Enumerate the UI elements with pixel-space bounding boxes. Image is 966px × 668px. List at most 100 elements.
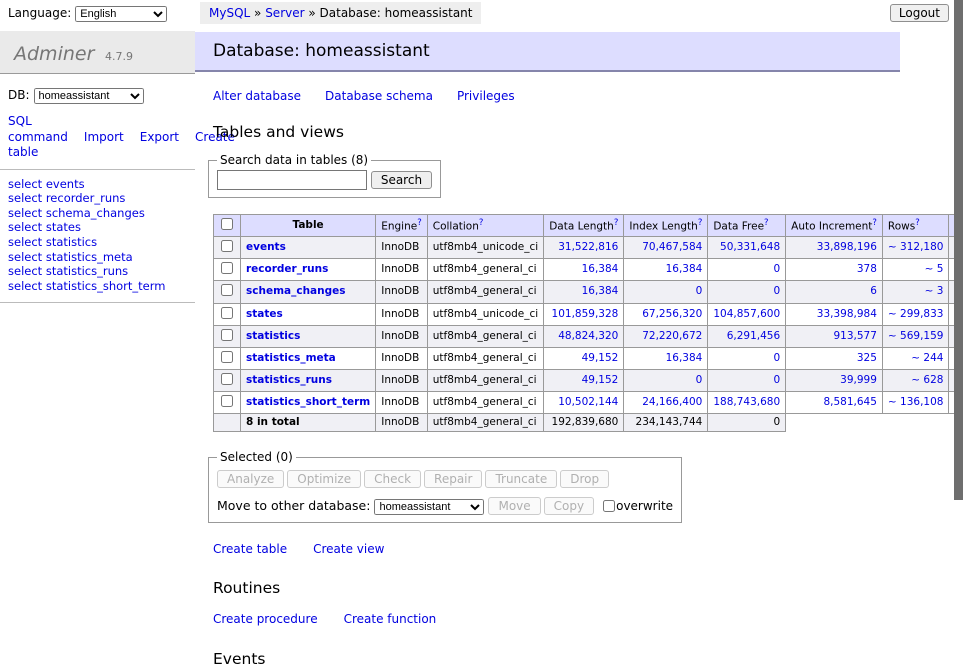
routine-create-link[interactable]: Create function	[344, 612, 437, 626]
rows-link[interactable]: ~ 244	[911, 352, 943, 364]
language-select[interactable]: English	[75, 6, 167, 22]
db-select[interactable]: homeassistant	[34, 88, 144, 104]
index-length-link[interactable]: 16,384	[666, 352, 703, 364]
analyze-button[interactable]: Analyze	[217, 470, 284, 488]
index-length-link[interactable]: 72,220,672	[642, 330, 702, 342]
select-all-checkbox[interactable]	[221, 218, 233, 230]
column-help-link[interactable]: ?	[614, 218, 619, 228]
vertical-scrollbar[interactable]	[954, 0, 966, 543]
table-name-link[interactable]: statistics_short_term	[246, 396, 370, 408]
data-free-link[interactable]: 188,743,680	[713, 396, 780, 408]
search-input[interactable]	[217, 170, 367, 190]
data-free-link[interactable]: 50,331,648	[720, 241, 780, 253]
table-name-link[interactable]: states	[246, 308, 283, 320]
index-length-link[interactable]: 0	[696, 285, 703, 297]
sidebar-select-link[interactable]: select events	[8, 178, 187, 192]
auto-increment-link[interactable]: 8,581,645	[823, 396, 876, 408]
drop-button[interactable]: Drop	[560, 470, 609, 488]
data-length-link[interactable]: 101,859,328	[552, 308, 619, 320]
sidebar-select-link[interactable]: select schema_changes	[8, 207, 187, 221]
data-length-link[interactable]: 16,384	[582, 263, 619, 275]
rows-link[interactable]: ~ 628	[911, 374, 943, 386]
data-free-link[interactable]: 0	[773, 374, 780, 386]
data-free-link[interactable]: 0	[773, 352, 780, 364]
repair-button[interactable]: Repair	[424, 470, 482, 488]
database-action-link[interactable]: Database schema	[325, 89, 433, 103]
sidebar-link[interactable]: SQL command	[8, 114, 68, 144]
data-free-link[interactable]: 6,291,456	[727, 330, 780, 342]
column-help-link[interactable]: ?	[915, 218, 920, 228]
data-free-link[interactable]: 104,857,600	[713, 308, 780, 320]
sidebar-select-link[interactable]: select statistics_runs	[8, 265, 187, 279]
row-checkbox[interactable]	[221, 351, 233, 363]
data-free-link[interactable]: 0	[773, 285, 780, 297]
auto-increment-link[interactable]: 33,398,984	[817, 308, 877, 320]
data-length-link[interactable]: 49,152	[582, 374, 619, 386]
rows-link[interactable]: ~ 312,180	[888, 241, 944, 253]
app-name-link[interactable]: Adminer	[14, 43, 94, 65]
auto-increment-link[interactable]: 325	[857, 352, 877, 364]
truncate-button[interactable]: Truncate	[485, 470, 557, 488]
rows-link[interactable]: ~ 299,833	[888, 308, 944, 320]
sidebar-link[interactable]: Import	[84, 130, 124, 144]
rows-link[interactable]: ~ 5	[925, 263, 944, 275]
index-length-link[interactable]: 0	[696, 374, 703, 386]
overwrite-checkbox[interactable]	[603, 500, 615, 512]
row-checkbox[interactable]	[221, 240, 233, 252]
data-length-link[interactable]: 48,824,320	[558, 330, 618, 342]
row-checkbox[interactable]	[221, 262, 233, 274]
table-name-link[interactable]: statistics_runs	[246, 374, 332, 386]
column-help-link[interactable]: ?	[698, 218, 703, 228]
copy-button[interactable]: Copy	[544, 497, 594, 515]
optimize-button[interactable]: Optimize	[287, 470, 361, 488]
auto-increment-link[interactable]: 913,577	[834, 330, 877, 342]
auto-increment-link[interactable]: 378	[857, 263, 877, 275]
index-length-link[interactable]: 16,384	[666, 263, 703, 275]
row-checkbox[interactable]	[221, 329, 233, 341]
logout-button[interactable]: Logout	[890, 4, 949, 22]
auto-increment-link[interactable]: 39,999	[840, 374, 877, 386]
table-name-link[interactable]: statistics	[246, 330, 300, 342]
database-action-link[interactable]: Alter database	[213, 89, 301, 103]
create-link[interactable]: Create view	[313, 542, 384, 556]
table-name-link[interactable]: statistics_meta	[246, 352, 336, 364]
routine-create-link[interactable]: Create procedure	[213, 612, 318, 626]
data-length-link[interactable]: 16,384	[582, 285, 619, 297]
search-button[interactable]: Search	[371, 171, 432, 189]
column-help-link[interactable]: ?	[872, 218, 877, 228]
breadcrumb-item[interactable]: Server	[265, 6, 304, 20]
row-checkbox[interactable]	[221, 373, 233, 385]
sidebar-link[interactable]: Export	[140, 130, 179, 144]
column-help-link[interactable]: ?	[479, 218, 484, 228]
data-length-link[interactable]: 49,152	[582, 352, 619, 364]
row-checkbox[interactable]	[221, 284, 233, 296]
check-button[interactable]: Check	[364, 470, 421, 488]
index-length-link[interactable]: 70,467,584	[642, 241, 702, 253]
index-length-link[interactable]: 24,166,400	[642, 396, 702, 408]
sidebar-select-link[interactable]: select states	[8, 221, 187, 235]
move-button[interactable]: Move	[488, 497, 540, 515]
scrollbar-thumb[interactable]	[954, 0, 963, 500]
auto-increment-link[interactable]: 33,898,196	[817, 241, 877, 253]
row-checkbox[interactable]	[221, 307, 233, 319]
database-action-link[interactable]: Privileges	[457, 89, 515, 103]
data-free-link[interactable]: 0	[773, 263, 780, 275]
rows-link[interactable]: ~ 136,108	[888, 396, 944, 408]
sidebar-select-link[interactable]: select statistics_short_term	[8, 280, 187, 294]
data-length-link[interactable]: 31,522,816	[558, 241, 618, 253]
auto-increment-link[interactable]: 6	[870, 285, 877, 297]
create-link[interactable]: Create table	[213, 542, 287, 556]
table-name-link[interactable]: schema_changes	[246, 285, 346, 297]
rows-link[interactable]: ~ 569,159	[888, 330, 944, 342]
row-checkbox[interactable]	[221, 395, 233, 407]
breadcrumb-item[interactable]: MySQL	[209, 6, 250, 20]
rows-link[interactable]: ~ 3	[925, 285, 944, 297]
sidebar-select-link[interactable]: select statistics_meta	[8, 251, 187, 265]
column-help-link[interactable]: ?	[764, 218, 769, 228]
table-name-link[interactable]: events	[246, 241, 286, 253]
table-name-link[interactable]: recorder_runs	[246, 263, 328, 275]
data-length-link[interactable]: 10,502,144	[558, 396, 618, 408]
move-database-select[interactable]: homeassistant	[374, 499, 484, 515]
sidebar-select-link[interactable]: select statistics	[8, 236, 187, 250]
sidebar-select-link[interactable]: select recorder_runs	[8, 192, 187, 206]
